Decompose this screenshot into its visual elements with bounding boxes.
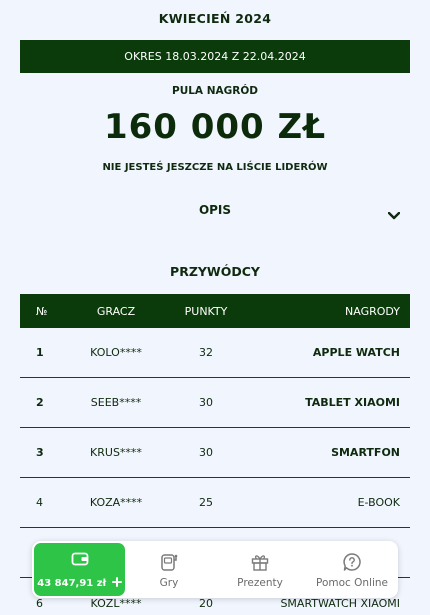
nav-help-label: Pomoc Online bbox=[315, 577, 388, 589]
nav-games-label: Gry bbox=[159, 577, 179, 589]
leaders-title: PRZYWÓDCY bbox=[170, 264, 260, 279]
table-row: 3 KRUS**** 30 SMARTFON bbox=[20, 428, 410, 478]
header-prize: NAGRODY bbox=[345, 304, 400, 318]
table-row: 1 KOLO**** 32 APPLE WATCH bbox=[20, 328, 410, 378]
help-icon bbox=[343, 553, 361, 571]
games-icon bbox=[161, 554, 178, 571]
row-prize: SMARTFON bbox=[331, 446, 400, 459]
row-rank: 1 bbox=[36, 346, 44, 359]
wallet-amount-text: 43 847,91 zł bbox=[37, 578, 107, 589]
table-row: 2 SEEB**** 30 TABLET XIAOMI bbox=[20, 378, 410, 428]
row-player: KOLO**** bbox=[90, 346, 142, 359]
period-text: OKRES 18.03.2024 Z 22.04.2024 bbox=[124, 50, 306, 63]
header-points: PUNKTY bbox=[184, 304, 228, 318]
plus-icon bbox=[111, 577, 122, 590]
header-player: GRACZ bbox=[96, 304, 136, 318]
row-prize: TABLET XIAOMI bbox=[305, 396, 400, 409]
table-row: 4 KOZA**** 25 E-BOOK bbox=[20, 478, 410, 528]
nav-games[interactable]: Gry bbox=[128, 543, 210, 596]
nav-gifts-label: Prezenty bbox=[237, 577, 283, 589]
prize-pool-label: PULA NAGRÓD bbox=[172, 85, 258, 97]
prize-pool-amount: 160 000 ZŁ bbox=[103, 107, 327, 147]
nav-help[interactable]: Pomoc Online bbox=[308, 543, 396, 596]
nav-gifts[interactable]: Prezenty bbox=[216, 543, 304, 596]
row-rank: 3 bbox=[36, 446, 44, 459]
wallet-balance: 43 847,91 zł bbox=[34, 577, 125, 590]
header-rank: № bbox=[36, 304, 48, 318]
row-points: 30 bbox=[199, 446, 213, 459]
leaderboard-status: NIE JESTEŚ JESZCZE NA LIŚCIE LIDERÓW bbox=[102, 162, 328, 173]
row-rank: 2 bbox=[36, 396, 44, 409]
bottom-nav: 43 847,91 zł Gry Prezenty Pomoc Online bbox=[32, 541, 398, 598]
row-points: 25 bbox=[199, 496, 213, 509]
row-prize: APPLE WATCH bbox=[312, 346, 400, 359]
chevron-down-icon bbox=[387, 205, 401, 224]
row-points: 32 bbox=[199, 346, 213, 359]
table-header: № GRACZ PUNKTY NAGRODY bbox=[20, 294, 410, 328]
row-player: KRUS**** bbox=[90, 446, 142, 459]
period-banner: OKRES 18.03.2024 Z 22.04.2024 bbox=[20, 40, 410, 73]
row-player: KOZA**** bbox=[89, 496, 143, 509]
row-rank: 4 bbox=[36, 496, 43, 509]
description-toggle[interactable]: OPIS bbox=[20, 196, 410, 226]
row-player: SEEB**** bbox=[90, 396, 142, 409]
row-points: 30 bbox=[199, 396, 213, 409]
wallet-icon bbox=[71, 551, 89, 571]
row-prize: E-BOOK bbox=[357, 496, 400, 509]
gift-icon bbox=[251, 555, 269, 571]
wallet-button[interactable]: 43 847,91 zł bbox=[34, 543, 125, 596]
page-title: KWIECIEŃ 2024 bbox=[158, 11, 272, 26]
description-label: OPIS bbox=[198, 203, 232, 217]
